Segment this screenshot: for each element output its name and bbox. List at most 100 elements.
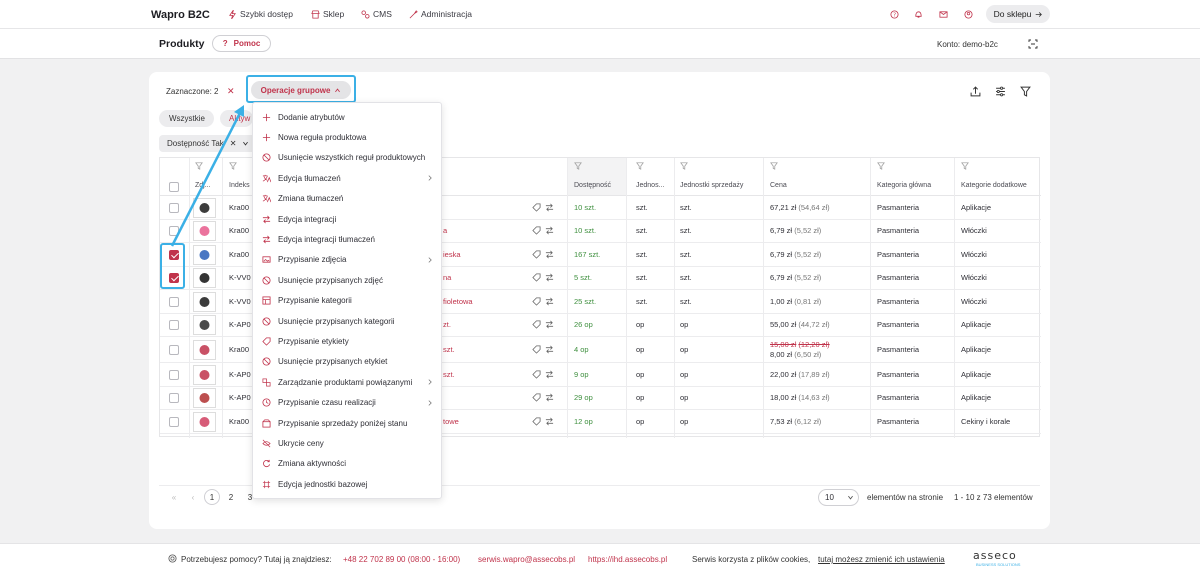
col-header-unit[interactable]: Jednos... — [636, 182, 664, 189]
menu-item[interactable]: Zarządzanie produktami powiązanymi — [253, 372, 443, 392]
gross-price: 8,00 zł — [770, 350, 793, 359]
tag-icon[interactable] — [532, 297, 541, 306]
prev-page-icon[interactable]: ‹ — [185, 489, 201, 505]
nav-cms[interactable]: CMS — [361, 9, 392, 19]
swap-icon[interactable] — [545, 345, 554, 354]
menu-item[interactable]: Przypisanie czasu realizacji — [253, 393, 443, 413]
col-header-index[interactable]: Indeks — [229, 182, 250, 189]
menu-item[interactable]: Edycja integracji tłumaczeń — [253, 229, 443, 249]
brand-logo[interactable]: Wapro B2C — [151, 9, 210, 21]
row-checkbox[interactable] — [169, 416, 179, 427]
cell-name: a — [443, 226, 448, 236]
filter-chip-availability[interactable]: Dostępność Tak ✕ — [159, 135, 258, 152]
row-checkbox[interactable] — [169, 345, 179, 355]
swap-icon[interactable] — [545, 203, 554, 212]
menu-item[interactable]: Przypisanie etykiety — [253, 331, 443, 351]
remove-filter-icon[interactable]: ✕ — [230, 139, 237, 148]
image-icon — [262, 256, 271, 263]
col-header-extra-categories[interactable]: Kategorie dodatkowe — [961, 182, 1027, 189]
page-2[interactable]: 2 — [223, 489, 239, 505]
column-filter-icon[interactable] — [229, 162, 237, 170]
swap-icon[interactable] — [545, 320, 554, 329]
menu-item[interactable]: Usunięcie wszystkich reguł produktowych — [253, 148, 443, 168]
go-to-shop-button[interactable]: Do sklepu — [986, 5, 1050, 23]
menu-item[interactable]: Usunięcie przypisanych zdjęć — [253, 270, 443, 290]
export-icon[interactable] — [970, 86, 981, 97]
nav-administration[interactable]: Administracja — [409, 9, 472, 19]
bell-icon[interactable] — [914, 10, 923, 19]
column-filter-icon[interactable] — [574, 162, 582, 170]
column-filter-icon[interactable] — [680, 162, 688, 170]
footer-phone[interactable]: +48 22 702 89 00 (08:00 - 16:00) — [343, 555, 460, 564]
menu-item[interactable]: Edycja jednostki bazowej — [253, 474, 443, 494]
row-checkbox[interactable] — [169, 369, 179, 380]
tag-icon[interactable] — [532, 203, 541, 212]
group-operations-button[interactable]: Operacje grupowe — [251, 81, 351, 99]
swap-icon[interactable] — [545, 226, 554, 235]
thumbnail-image — [199, 369, 210, 380]
user-icon[interactable] — [964, 10, 973, 19]
clear-selection-icon[interactable]: ✕ — [227, 86, 235, 97]
swap-icon[interactable] — [545, 370, 554, 379]
column-filter-icon[interactable] — [961, 162, 969, 170]
menu-item[interactable]: Przypisanie zdjęcia — [253, 250, 443, 270]
menu-item[interactable]: Usunięcie przypisanych kategorii — [253, 311, 443, 331]
row-checkbox[interactable] — [169, 296, 179, 307]
col-header-price[interactable]: Cena — [770, 182, 787, 189]
row-checkbox[interactable] — [169, 320, 179, 331]
col-header-availability[interactable]: Dostępność — [574, 182, 611, 189]
menu-item[interactable]: Zmiana tłumaczeń — [253, 189, 443, 209]
mail-icon[interactable] — [939, 10, 948, 19]
row-checkbox[interactable] — [169, 226, 179, 237]
menu-item[interactable]: Przypisanie kategorii — [253, 291, 443, 311]
filter-icon[interactable] — [1020, 86, 1031, 97]
menu-item[interactable]: Nowa reguła produktowa — [253, 127, 443, 147]
swap-icon[interactable] — [545, 297, 554, 306]
menu-item[interactable]: Dodanie atrybutów — [253, 107, 443, 127]
col-header-main-category[interactable]: Kategoria główna — [877, 182, 931, 189]
menu-item[interactable]: Edycja tłumaczeń — [253, 168, 443, 188]
menu-item[interactable]: Przypisanie sprzedaży poniżej stanu — [253, 413, 443, 433]
footer-url[interactable]: https://ihd.assecobs.pl — [588, 555, 667, 564]
first-page-icon[interactable]: « — [166, 489, 182, 505]
col-header-sales-unit[interactable]: Jednostki sprzedaży — [680, 182, 743, 189]
nav-quick-access[interactable]: Szybki dostęp — [228, 9, 293, 19]
tag-icon[interactable] — [532, 370, 541, 379]
footer-email[interactable]: serwis.wapro@assecobs.pl — [478, 555, 575, 564]
tag-icon[interactable] — [532, 417, 541, 426]
tag-icon[interactable] — [532, 226, 541, 235]
swap-icon[interactable] — [545, 393, 554, 402]
chip-all[interactable]: Wszystkie — [159, 110, 214, 127]
select-all-checkbox[interactable] — [169, 182, 179, 192]
column-filter-icon[interactable] — [877, 162, 885, 170]
menu-item[interactable]: Ukrycie ceny — [253, 433, 443, 453]
help-button[interactable]: ? Pomoc — [212, 35, 271, 52]
tag-icon[interactable] — [532, 250, 541, 259]
menu-item[interactable]: Edycja integracji — [253, 209, 443, 229]
tag-icon[interactable] — [532, 345, 541, 354]
row-checkbox[interactable] — [169, 202, 179, 213]
page-1[interactable]: 1 — [204, 489, 220, 505]
tag-icon[interactable] — [532, 273, 541, 282]
page-size-select[interactable]: 10 — [818, 489, 859, 506]
footer-cookies-link[interactable]: tutaj możesz zmienić ich ustawienia — [818, 555, 945, 564]
swap-icon[interactable] — [545, 250, 554, 259]
cell-index: K-AP0 — [229, 320, 251, 330]
help-circle-icon[interactable]: ? — [890, 10, 899, 19]
nav-shop[interactable]: Sklep — [311, 9, 344, 19]
menu-item[interactable]: Usunięcie przypisanych etykiet — [253, 352, 443, 372]
chip-active[interactable]: Aktyw — [220, 110, 253, 127]
tag-icon[interactable] — [532, 320, 541, 329]
column-filter-icon[interactable] — [770, 162, 778, 170]
col-header-image[interactable]: Zdj... — [195, 182, 211, 189]
column-filter-icon[interactable] — [636, 162, 644, 170]
column-filter-icon[interactable] — [195, 162, 203, 170]
tag-icon[interactable] — [532, 393, 541, 402]
fullscreen-icon[interactable] — [1028, 39, 1038, 49]
swap-icon[interactable] — [545, 273, 554, 282]
row-checkbox[interactable] — [169, 393, 179, 404]
swap-icon[interactable] — [545, 417, 554, 426]
columns-settings-icon[interactable] — [995, 86, 1006, 97]
link-icon — [262, 378, 271, 387]
menu-item[interactable]: Zmiana aktywności — [253, 454, 443, 474]
